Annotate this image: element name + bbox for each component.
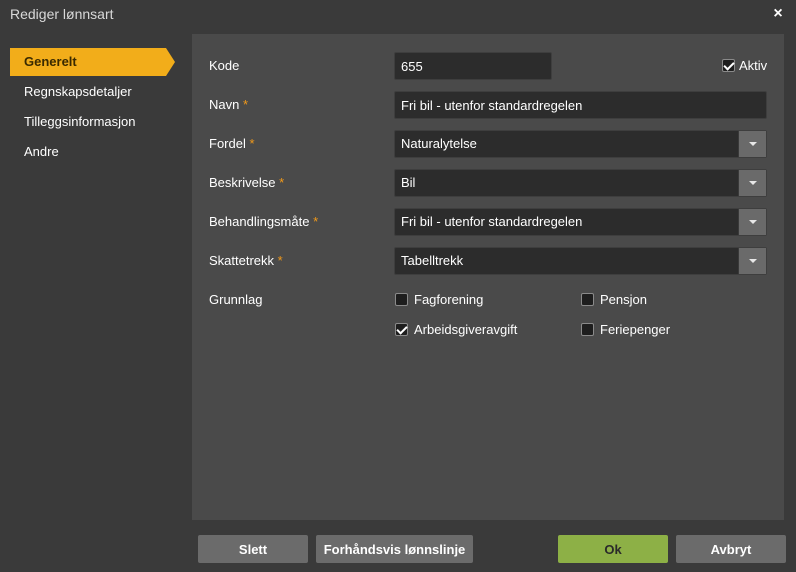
sidebar-item-tilleggsinformasjon[interactable]: Tilleggsinformasjon [10,108,175,136]
required-marker: * [242,97,249,112]
sidebar-item-generelt[interactable]: Generelt [10,48,175,76]
pensjon-checkbox[interactable]: Pensjon [581,292,661,307]
sidebar-item-andre[interactable]: Andre [10,138,175,166]
kode-label: Kode [209,58,240,73]
chevron-down-icon[interactable] [738,248,766,274]
chevron-down-icon[interactable] [738,209,766,235]
feriepenger-label: Feriepenger [600,322,671,337]
sidebar: Generelt Regnskapsdetaljer Tilleggsinfor… [0,34,192,520]
required-marker: * [277,253,283,268]
beskrivelse-select[interactable]: Bil [394,169,767,197]
feriepenger-checkbox[interactable]: Feriepenger [581,322,681,337]
fagforening-checkbox[interactable]: Fagforening [395,292,505,307]
sidebar-item-regnskapsdetaljer[interactable]: Regnskapsdetaljer [10,78,175,106]
behandlingsmate-select[interactable]: Fri bil - utenfor standardregelen [394,208,767,236]
avbryt-button[interactable]: Avbryt [676,535,786,563]
behandlingsmate-label: Behandlingsmåte * [209,214,319,229]
required-marker: * [313,214,319,229]
skattetrekk-select[interactable]: Tabelltrekk [394,247,767,275]
dialog-title: Rediger lønnsart [10,6,114,22]
fordel-value: Naturalytelse [401,136,477,151]
grunnlag-label: Grunnlag [209,292,263,307]
fagforening-checkbox-box[interactable] [395,293,408,306]
fordel-label: Fordel * [209,136,255,151]
skattetrekk-label: Skattetrekk * [209,253,283,268]
chevron-down-icon[interactable] [738,170,766,196]
feriepenger-checkbox-box[interactable] [581,323,594,336]
skattetrekk-value: Tabelltrekk [401,253,464,268]
required-marker: * [279,175,285,190]
required-marker: * [249,136,255,151]
forhandsvis-lonnslinje-button[interactable]: Forhåndsvis lønnslinje [316,535,473,563]
kode-input[interactable] [394,52,552,80]
fagforening-label: Fagforening [414,292,484,307]
ok-button[interactable]: Ok [558,535,668,563]
beskrivelse-label: Beskrivelse * [209,175,285,190]
title-bar: Rediger lønnsart × [0,0,796,30]
pensjon-label: Pensjon [600,292,647,307]
arbeidsgiveravgift-label: Arbeidsgiveravgift [414,322,518,337]
pensjon-checkbox-box[interactable] [581,293,594,306]
arbeidsgiveravgift-checkbox-box[interactable] [395,323,408,336]
aktiv-checkbox-box[interactable] [722,59,735,72]
form-panel: Kode Aktiv Navn * Fordel * Naturalytelse… [192,34,784,520]
navn-label: Navn * [209,97,249,112]
aktiv-label: Aktiv [739,58,768,73]
arbeidsgiveravgift-checkbox[interactable]: Arbeidsgiveravgift [395,322,525,337]
fordel-select[interactable]: Naturalytelse [394,130,767,158]
behandlingsmate-value: Fri bil - utenfor standardregelen [401,214,583,229]
slett-button[interactable]: Slett [198,535,308,563]
aktiv-checkbox[interactable]: Aktiv [722,58,772,73]
close-icon[interactable]: × [768,4,788,24]
chevron-down-icon[interactable] [738,131,766,157]
navn-input[interactable] [394,91,767,119]
beskrivelse-value: Bil [401,175,416,190]
